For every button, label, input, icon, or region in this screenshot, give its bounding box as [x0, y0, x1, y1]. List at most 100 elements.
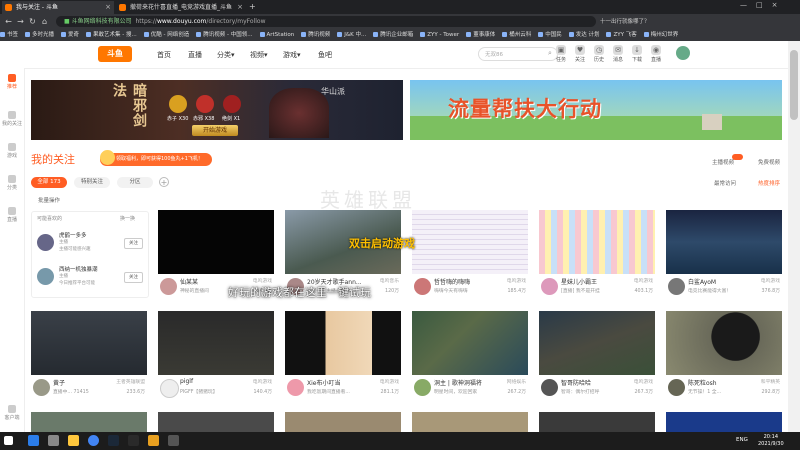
filter-special[interactable]: 特别关注: [74, 177, 110, 188]
sidebar-item-category[interactable]: 分类: [0, 175, 24, 191]
close-tab-icon[interactable]: ×: [105, 1, 111, 14]
recommend-name[interactable]: 西纳一机独暴潮: [59, 265, 98, 273]
forward-button[interactable]: →: [15, 15, 26, 28]
stream-thumbnail[interactable]: [539, 311, 655, 375]
follow-button[interactable]: 关注: [124, 272, 143, 283]
add-filter-button[interactable]: +: [159, 177, 169, 187]
chest-icon[interactable]: ▣ 任务: [552, 45, 570, 63]
stream-thumbnail[interactable]: [412, 311, 528, 375]
browser-icon[interactable]: [88, 435, 99, 446]
app-icon[interactable]: [168, 435, 179, 446]
home-button[interactable]: ⌂: [39, 15, 50, 28]
stream-card[interactable]: 洞主 | 歌神洞福将 明星时间，欢迎回家 网络娱乐 267.2万: [412, 311, 528, 400]
stream-card[interactable]: 陈死粒osh 无节操！1 全... 和平精英 292.8万: [666, 311, 782, 400]
stream-thumbnail[interactable]: [158, 412, 274, 432]
stream-thumbnail[interactable]: [31, 412, 147, 432]
sidebar-item-live[interactable]: 直播: [0, 207, 24, 223]
stream-card[interactable]: 哲哲嗨的嗨嗨 嗨嗨今天有嗨嗨 电鸣游戏 185.4万: [412, 210, 528, 299]
free-video-link[interactable]: 免费视频: [758, 158, 780, 166]
bookmark-item[interactable]: 书签: [0, 29, 18, 41]
url-input[interactable]: ■ 斗鱼网络科技有限公司 https://www.douyu.com/direc…: [56, 16, 596, 27]
bookmark-item[interactable]: 梅州幻世界: [644, 29, 679, 41]
follow-button[interactable]: 关注: [124, 238, 143, 249]
history-icon[interactable]: ◷ 历史: [590, 45, 608, 63]
bookmark-item[interactable]: J&K 中...: [337, 29, 366, 41]
search-input[interactable]: 无双86: [478, 47, 558, 61]
anchor-video-link[interactable]: 主播视频: [712, 158, 734, 166]
filter-all[interactable]: 全部 173: [31, 177, 67, 188]
sidebar-item-follow[interactable]: 我的关注: [0, 111, 24, 127]
start-icon[interactable]: [4, 436, 13, 445]
sidebar-item-client[interactable]: 客户端: [0, 405, 24, 421]
stream-thumbnail[interactable]: [539, 210, 655, 274]
bookmark-item[interactable]: 果敢艺术集 - 搜...: [86, 29, 137, 41]
app-icon[interactable]: [128, 435, 139, 446]
app-icon[interactable]: [148, 435, 159, 446]
bookmark-item[interactable]: ZYY 飞客: [606, 29, 636, 41]
back-button[interactable]: ←: [3, 15, 14, 28]
scrollbar-thumb[interactable]: [790, 50, 798, 120]
stream-card[interactable]: Xie布小叮当 我吃饭期间直播看... 电鸣游戏 281.1万: [285, 311, 401, 400]
nav-live[interactable]: 直播: [188, 50, 202, 60]
stream-thumbnail[interactable]: [412, 412, 528, 432]
sort-heat[interactable]: 热度排序: [758, 179, 780, 187]
app-icon[interactable]: [48, 435, 59, 446]
sidebar-item-game[interactable]: 游戏: [0, 143, 24, 159]
stream-thumbnail[interactable]: [666, 311, 782, 375]
bookmark-item[interactable]: 多时光播: [25, 29, 54, 41]
stream-card[interactable]: piglf PIGFF【猪猪玩】 电鸣游戏 140.4万: [158, 311, 274, 400]
stream-thumbnail[interactable]: [412, 210, 528, 274]
nav-video[interactable]: 视频▾: [250, 50, 268, 60]
steam-icon[interactable]: [108, 435, 119, 446]
stream-card[interactable]: 智哥防哈哈 智哥：偶尔打招呼 电鸣游戏 267.3万: [539, 311, 655, 400]
stream-thumbnail[interactable]: [539, 412, 655, 432]
bookmark-item[interactable]: 发达 计划: [569, 29, 600, 41]
reload-button[interactable]: ↻: [27, 15, 38, 28]
bookmark-item[interactable]: 桶州云科: [502, 29, 531, 41]
bookmark-item[interactable]: 腾讯视频 - 中国领...: [196, 29, 252, 41]
avatar[interactable]: [37, 234, 54, 251]
bookmark-item[interactable]: 腾讯企业邮箱: [373, 29, 413, 41]
tab-my-follow[interactable]: 我与关注 - 斗鱼 ×: [2, 1, 114, 14]
bookmark-item[interactable]: ArtStation: [260, 29, 295, 41]
stream-thumbnail[interactable]: [31, 311, 147, 375]
avatar[interactable]: [37, 268, 54, 285]
nav-game[interactable]: 游戏▾: [283, 50, 301, 60]
search-tip[interactable]: 十一出行就像哪了？: [600, 17, 690, 27]
nav-yuba[interactable]: 鱼吧: [318, 50, 332, 60]
new-tab-button[interactable]: +: [249, 2, 256, 11]
broadcast-icon[interactable]: ◉ 直播: [647, 45, 665, 63]
window-controls[interactable]: —□×: [740, 1, 786, 9]
avatar[interactable]: [676, 46, 690, 60]
game-banner[interactable]: 暗邪剑法 赤子 X30 赤邪 X38 绝剑 X1 开始游戏 华山派: [31, 80, 403, 140]
download-icon[interactable]: ↓ 下载: [628, 45, 646, 63]
bookmark-item[interactable]: 优酷 - 网络创造: [144, 29, 189, 41]
filter-zone[interactable]: 分区: [117, 177, 153, 188]
bookmark-item[interactable]: 爱奇: [61, 29, 79, 41]
bookmark-item[interactable]: 中国民: [538, 29, 562, 41]
message-icon[interactable]: ✉ 消息: [609, 45, 627, 63]
start-game-button[interactable]: 开始游戏: [192, 125, 238, 136]
follow-icon[interactable]: ♥ 关注: [571, 45, 589, 63]
folder-icon[interactable]: [68, 435, 79, 446]
douyu-logo[interactable]: 斗鱼: [98, 46, 132, 62]
recommend-name[interactable]: 虎鹤一多多: [59, 231, 87, 239]
close-tab-icon[interactable]: ×: [237, 1, 243, 14]
bookmark-item[interactable]: 腾讯视频: [301, 29, 330, 41]
app-icon[interactable]: [28, 435, 39, 446]
clock[interactable]: 20:14 2021/9/30: [758, 434, 784, 448]
promo-pill[interactable]: 领取福利，即可获得100鱼丸+1飞机！: [100, 153, 212, 166]
stream-thumbnail[interactable]: [666, 210, 782, 274]
stream-thumbnail[interactable]: [285, 412, 401, 432]
stream-thumbnail[interactable]: [285, 311, 401, 375]
nav-category[interactable]: 分类▾: [217, 50, 235, 60]
stream-card[interactable]: 白鲨AyoM 电竞比赛能得大富！ 电鸣游戏 376.8万: [666, 210, 782, 299]
bookmark-item[interactable]: 董事康体: [466, 29, 495, 41]
promo-banner[interactable]: 流量帮扶大行动: [410, 80, 782, 140]
refresh-link[interactable]: 换一换: [120, 215, 135, 222]
tab-stream[interactable]: 撤荷来花什喜直播_电竞游戏直播_斗鱼 ×: [116, 1, 246, 14]
stream-thumbnail[interactable]: [158, 210, 274, 274]
stream-thumbnail[interactable]: [666, 412, 782, 432]
stream-card[interactable]: 黄子 直播中... 71415 王者英雄联盟 233.6万: [31, 311, 147, 400]
bookmark-item[interactable]: ZYY - Tower: [420, 29, 459, 41]
